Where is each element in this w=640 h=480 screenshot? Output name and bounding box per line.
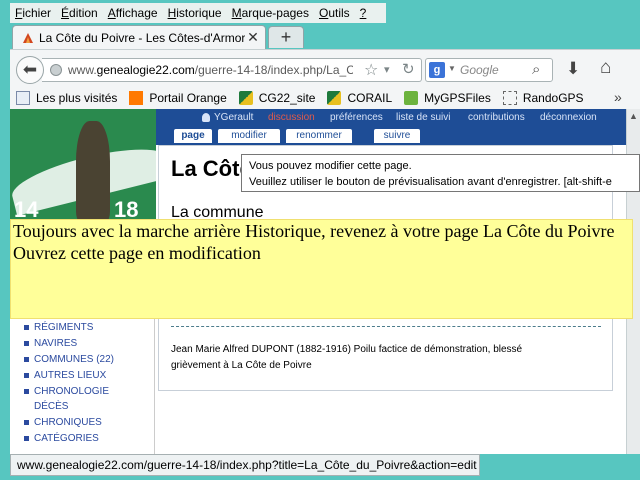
site-logo[interactable]: 14 18 [10,109,156,224]
edit-tooltip: Vous pouvez modifier cette page. Veuille… [241,154,640,192]
url-text[interactable]: www.genealogie22.com/guerre-14-18/index.… [68,63,353,77]
bookmark-randogps[interactable]: RandoGPS [502,91,584,105]
search-input[interactable]: Google [460,63,499,77]
url-path: /guerre-14-18/index.php/La_C [194,63,353,77]
article-paragraph: Jean Marie Alfred DUPONT (1882-1916) Poi… [171,344,523,371]
page-title: La Côte [171,156,252,181]
menu-affichage-label: ffichage [115,6,158,20]
menu-fichier[interactable]: Fichier [10,6,56,20]
url-bar[interactable]: www.genealogie22.com/guerre-14-18/index.… [42,58,422,82]
site-sidebar: RÉGIMENTS NAVIRES COMMUNES (22) AUTRES L… [10,309,155,454]
soldier-figure-icon [76,121,110,221]
menu-bar: Fichier Édition Affichage Historique Mar… [10,3,386,23]
menu-historique[interactable]: Historique [163,6,227,20]
bookmark-mygpsfiles[interactable]: MyGPSFiles [404,91,491,105]
sidebar-item-categories[interactable]: CATÉGORIES [24,433,99,444]
instruction-note: Toujours avec la marche arrière Historiq… [10,219,633,319]
bookmark-cg22-site[interactable]: CG22_site [238,91,316,105]
sidebar-item-communes[interactable]: COMMUNES (22) [23,354,114,365]
menu-marque-pages-key: M [231,6,242,20]
menu-help[interactable]: ? [355,6,372,20]
search-icon[interactable]: ⌕ [532,61,540,78]
user-link-ygerault[interactable]: YGerault [214,112,253,123]
home-icon[interactable]: ⌂ [600,57,611,79]
bookmark-les-plus-visites[interactable]: Les plus visités [16,91,117,105]
google-icon[interactable]: g [429,62,445,78]
new-tab-button[interactable]: + [268,26,304,48]
status-bar-url: www.genealogie22.com/guerre-14-18/index.… [10,454,480,476]
tooltip-line-1: Vous pouvez modifier cette page. [249,160,412,172]
download-icon[interactable]: ⬇ [566,59,580,79]
orange-icon [129,91,144,105]
dashed-separator [171,326,601,327]
page-tab-suivre[interactable]: suivre [374,129,420,143]
sidebar-item-chroniques[interactable]: CHRONIQUES [24,417,102,428]
user-link-logout[interactable]: déconnexion [540,112,597,123]
user-link-preferences[interactable]: préférences [330,112,383,123]
tab-la-cote-du-poivre[interactable]: La Côte du Poivre - Les Côtes-d'Armor d.… [12,25,266,49]
menu-edition[interactable]: Édition [56,6,103,20]
tab-title: La Côte du Poivre - Les Côtes-d'Armor d.… [39,30,245,45]
sidebar-item-regiments[interactable]: RÉGIMENTS [23,322,93,333]
search-bar[interactable]: g ▼ Google ⌕ [425,58,553,82]
bookmark-corail[interactable]: CORAIL [327,91,392,105]
search-engine-dropdown-icon[interactable]: ▼ [448,64,456,73]
note-line-1: Toujours avec la marche arrière Historiq… [13,221,615,241]
bookmarks-bar: Les plus visités Portail Orange CG22_sit… [10,87,640,110]
tab-close-icon[interactable]: ✕ [245,29,261,46]
bookmark-portail-orange[interactable]: Portail Orange [129,91,227,105]
menu-edition-key: É [61,6,70,20]
menu-help-key: ? [359,6,367,20]
menu-marque-pages[interactable]: Marque-pages [227,6,314,20]
user-link-watchlist[interactable]: liste de suivi [396,112,450,123]
sidebar-item-autres-lieux[interactable]: AUTRES LIEUX [23,370,106,381]
bookmarks-overflow-icon[interactable]: » [614,89,622,105]
bookmark-label: Portail Orange [149,91,227,105]
back-button[interactable]: ⬅ [16,56,44,84]
url-prefix: www. [68,63,97,77]
cg22-icon [238,91,253,105]
back-arrow-icon: ⬅ [22,60,38,79]
mygps-icon [404,91,419,105]
page-icon [16,91,30,105]
tab-strip: La Côte du Poivre - Les Côtes-d'Armor d.… [12,25,640,49]
sidebar-item-deces[interactable]: DÉCÈS [34,401,68,412]
user-icon [202,113,210,122]
menu-marque-pages-label: arque-pages [241,6,309,20]
menu-fichier-label: ichier [22,6,52,20]
user-link-contributions[interactable]: contributions [468,112,525,123]
dotted-folder-icon [502,91,517,105]
cg22-icon [327,91,342,105]
bookmark-label: RandoGPS [522,91,584,105]
scroll-up-icon[interactable]: ▲ [629,111,638,121]
menu-historique-key: H [167,6,177,20]
sidebar-item-chronologie[interactable]: CHRONOLOGIE [23,386,109,397]
sidebar-item-navires[interactable]: NAVIRES [23,338,77,349]
reload-icon[interactable]: ↻ [402,60,415,78]
user-link-discussion[interactable]: discussion [268,112,315,123]
menu-outils-key: O [318,6,329,20]
bookmark-label: CG22_site [258,91,316,105]
menu-historique-label: istorique [176,6,222,20]
bookmark-star-icon[interactable]: ☆ [364,60,378,80]
history-dropdown-icon[interactable]: ▾ [384,63,390,76]
menu-outils[interactable]: Outils [314,6,355,20]
bookmark-label: Les plus visités [36,91,118,105]
menu-outils-label: utils [328,6,350,20]
page-tab-page[interactable]: page [174,129,212,143]
site-favicon-icon [23,32,33,43]
bookmark-label: MyGPSFiles [424,91,491,105]
menu-affichage-key: A [107,6,116,20]
bookmark-label: CORAIL [347,91,393,105]
menu-affichage[interactable]: Affichage [103,6,163,20]
page-tab-renommer[interactable]: renommer [286,129,352,143]
note-line-2: Ouvrez cette page en modification [13,243,261,263]
navigation-bar: www.genealogie22.com/guerre-14-18/index.… [10,49,640,88]
url-domain: genealogie22.com [96,63,195,77]
site-header-band: YGerault discussion préférences liste de… [156,109,626,145]
menu-edition-label: dition [69,6,98,20]
page-tab-modifier[interactable]: modifier [218,129,280,143]
tooltip-line-2: Veuillez utiliser le bouton de prévisual… [249,176,612,188]
globe-icon [50,64,62,76]
